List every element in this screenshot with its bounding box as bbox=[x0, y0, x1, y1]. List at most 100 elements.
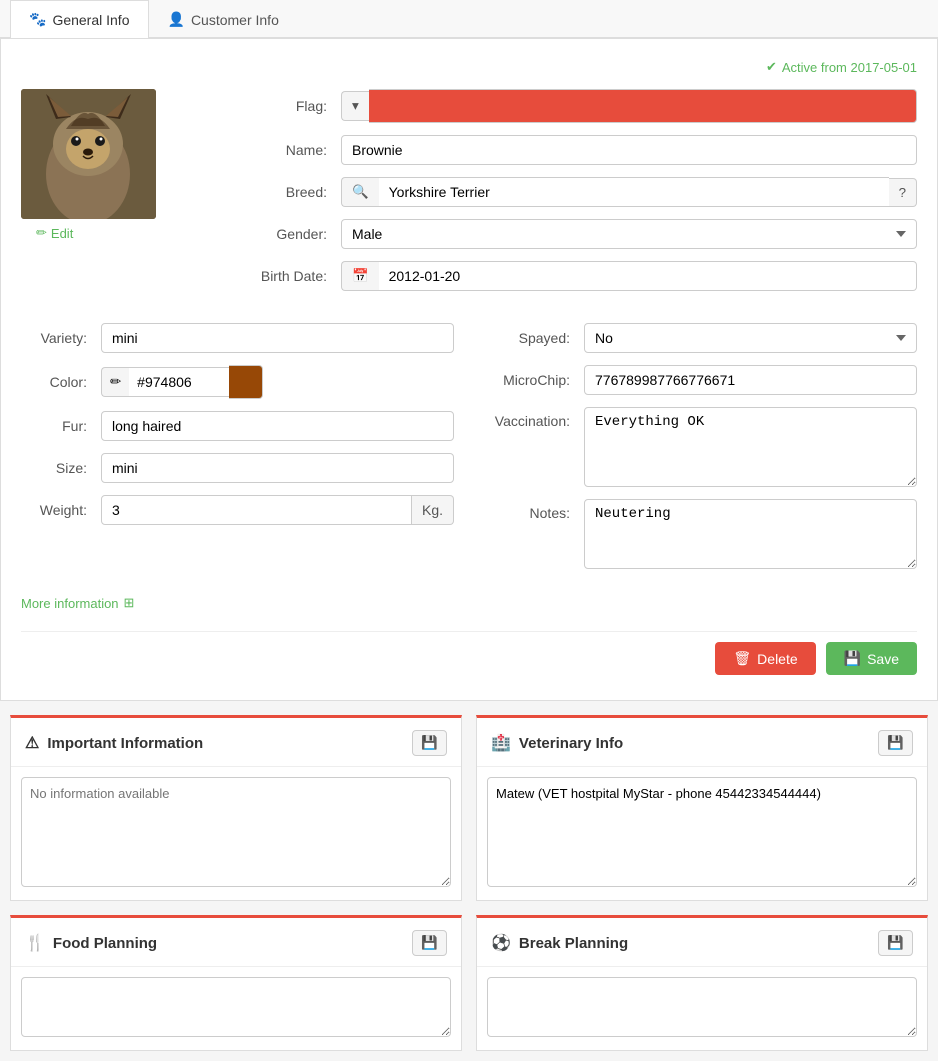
flag-control: ▾ bbox=[341, 89, 917, 123]
color-control: ✏ bbox=[101, 365, 454, 399]
fields-col: Flag: ▾ Name: Breed: 🔍 bbox=[231, 89, 917, 303]
spayed-select[interactable]: No Yes bbox=[584, 323, 917, 353]
break-planning-textarea[interactable] bbox=[487, 977, 917, 1037]
tab-bar: 🐾 General Info 👤 Customer Info bbox=[0, 0, 938, 38]
microchip-input[interactable] bbox=[584, 365, 917, 395]
warning-icon: ⚠ bbox=[25, 733, 39, 753]
food-planning-textarea[interactable] bbox=[21, 977, 451, 1037]
edit-label: Edit bbox=[51, 226, 73, 241]
food-planning-body bbox=[11, 967, 461, 1050]
vaccination-textarea[interactable] bbox=[584, 407, 917, 487]
veterinary-info-save-button[interactable]: 💾 bbox=[878, 730, 913, 756]
color-pencil-button[interactable]: ✏ bbox=[101, 367, 129, 397]
left-col: Variety: Color: ✏ Fur: bbox=[21, 323, 454, 581]
plus-icon: ⊞ bbox=[124, 595, 135, 611]
size-input[interactable] bbox=[101, 453, 454, 483]
breed-search-button[interactable]: 🔍 bbox=[341, 177, 379, 207]
tab-general-info[interactable]: 🐾 General Info bbox=[10, 0, 149, 38]
important-info-panel: ⚠ Important Information 💾 bbox=[10, 715, 462, 901]
veterinary-info-title-text: Veterinary Info bbox=[519, 735, 623, 752]
notes-row: Notes: bbox=[484, 499, 917, 569]
gender-row: Gender: Male Female bbox=[231, 219, 917, 249]
flag-color-bar[interactable] bbox=[369, 89, 917, 123]
spayed-label: Spayed: bbox=[484, 330, 584, 346]
ball-icon: ⚽ bbox=[491, 933, 511, 953]
birth-date-input[interactable] bbox=[379, 261, 917, 291]
flag-label: Flag: bbox=[231, 98, 341, 114]
save-label: Save bbox=[867, 651, 899, 667]
check-icon: ✔ bbox=[766, 59, 777, 75]
breed-input[interactable] bbox=[379, 177, 889, 207]
microchip-row: MicroChip: bbox=[484, 365, 917, 395]
important-info-title: ⚠ Important Information bbox=[25, 733, 203, 753]
variety-input[interactable] bbox=[101, 323, 454, 353]
edit-link[interactable]: ✏ Edit bbox=[21, 225, 211, 241]
right-col: Spayed: No Yes MicroChip: Vaccination: bbox=[484, 323, 917, 581]
spayed-row: Spayed: No Yes bbox=[484, 323, 917, 353]
food-planning-header: 🍴 Food Planning 💾 bbox=[11, 918, 461, 967]
important-info-body bbox=[11, 767, 461, 900]
calendar-icon-button[interactable]: 📅 bbox=[341, 261, 379, 291]
vaccination-label: Vaccination: bbox=[484, 407, 584, 429]
name-input[interactable] bbox=[341, 135, 917, 165]
important-info-textarea[interactable] bbox=[21, 777, 451, 887]
fur-input[interactable] bbox=[101, 411, 454, 441]
active-status: ✔ Active from 2017-05-01 bbox=[21, 59, 917, 75]
veterinary-info-header: 🏥 Veterinary Info 💾 bbox=[477, 718, 927, 767]
pet-image bbox=[21, 89, 156, 219]
active-status-text: Active from 2017-05-01 bbox=[782, 60, 917, 75]
size-row: Size: bbox=[21, 453, 454, 483]
break-planning-title: ⚽ Break Planning bbox=[491, 933, 628, 953]
name-label: Name: bbox=[231, 142, 341, 158]
break-planning-title-text: Break Planning bbox=[519, 935, 628, 952]
fur-row: Fur: bbox=[21, 411, 454, 441]
action-bar: 🗑 Delete 💾 Save bbox=[21, 631, 917, 680]
name-row: Name: bbox=[231, 135, 917, 165]
break-planning-body bbox=[477, 967, 927, 1050]
food-planning-panel: 🍴 Food Planning 💾 bbox=[10, 915, 462, 1051]
top-section: ✏ Edit Flag: ▾ Name: bbox=[21, 89, 917, 303]
veterinary-info-body bbox=[477, 767, 927, 900]
important-info-save-button[interactable]: 💾 bbox=[412, 730, 447, 756]
variety-row: Variety: bbox=[21, 323, 454, 353]
notes-label: Notes: bbox=[484, 499, 584, 521]
gender-select[interactable]: Male Female bbox=[341, 219, 917, 249]
main-card: ✔ Active from 2017-05-01 bbox=[0, 38, 938, 701]
person-icon: 👤 bbox=[168, 11, 185, 28]
breed-row: Breed: 🔍 ? bbox=[231, 177, 917, 207]
more-info-link[interactable]: More information ⊞ bbox=[21, 595, 917, 611]
pencil-icon: ✏ bbox=[36, 225, 47, 241]
notes-textarea[interactable] bbox=[584, 499, 917, 569]
break-planning-header: ⚽ Break Planning 💾 bbox=[477, 918, 927, 967]
hospital-icon: 🏥 bbox=[491, 733, 511, 753]
weight-input[interactable] bbox=[101, 495, 412, 525]
trash-icon: 🗑 bbox=[733, 650, 751, 667]
delete-label: Delete bbox=[757, 651, 797, 667]
delete-button[interactable]: 🗑 Delete bbox=[715, 642, 815, 675]
important-info-header: ⚠ Important Information 💾 bbox=[11, 718, 461, 767]
content-area: ⚠ Important Information 💾 🏥 Veterinary I… bbox=[0, 715, 938, 1061]
birth-date-label: Birth Date: bbox=[231, 268, 341, 284]
important-info-title-text: Important Information bbox=[47, 735, 203, 752]
breed-label: Breed: bbox=[231, 184, 341, 200]
color-swatch[interactable] bbox=[229, 365, 263, 399]
tab-customer-info[interactable]: 👤 Customer Info bbox=[149, 0, 298, 38]
two-col-section: Variety: Color: ✏ Fur: bbox=[21, 323, 917, 581]
food-planning-save-button[interactable]: 💾 bbox=[412, 930, 447, 956]
color-hex-input[interactable] bbox=[129, 367, 229, 397]
size-label: Size: bbox=[21, 460, 101, 476]
tab-customer-label: Customer Info bbox=[191, 12, 279, 28]
date-control: 📅 bbox=[341, 261, 917, 291]
veterinary-info-panel: 🏥 Veterinary Info 💾 bbox=[476, 715, 928, 901]
breed-help-button[interactable]: ? bbox=[889, 178, 917, 207]
food-planning-title: 🍴 Food Planning bbox=[25, 933, 157, 953]
flag-row: Flag: ▾ bbox=[231, 89, 917, 123]
break-planning-save-button[interactable]: 💾 bbox=[878, 930, 913, 956]
breed-control: 🔍 ? bbox=[341, 177, 917, 207]
color-label: Color: bbox=[21, 374, 101, 390]
veterinary-info-textarea[interactable] bbox=[487, 777, 917, 887]
save-button[interactable]: 💾 Save bbox=[826, 642, 917, 675]
food-planning-title-text: Food Planning bbox=[53, 935, 157, 952]
flag-dropdown-button[interactable]: ▾ bbox=[341, 91, 369, 121]
pet-image-col: ✏ Edit bbox=[21, 89, 211, 303]
